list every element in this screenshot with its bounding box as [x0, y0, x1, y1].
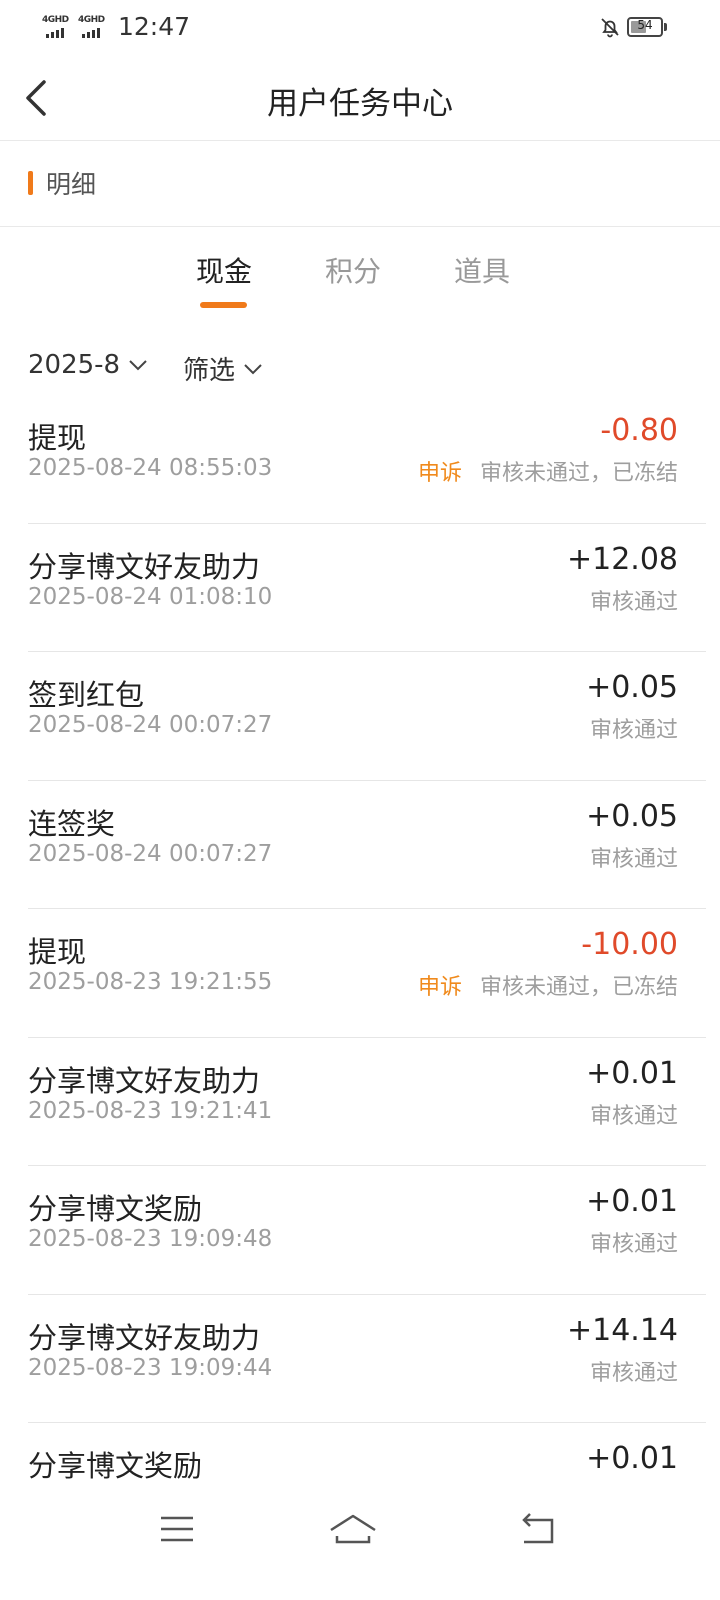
- filter-label: 筛选: [183, 356, 236, 386]
- home-icon[interactable]: [323, 1508, 383, 1552]
- record-status-group: 审核通过: [590, 1355, 678, 1387]
- month-selector[interactable]: 2025-8: [28, 350, 148, 380]
- signal-icon-1: 4GHD: [40, 14, 74, 40]
- app-header: 用户任务中心: [0, 54, 720, 141]
- list-item[interactable]: 分享博文奖励 2025-08-23 19:09:48 +0.01 审核通过: [28, 1166, 706, 1295]
- record-status-group: 审核通过: [590, 1098, 678, 1130]
- record-time: 2025-08-23 19:21:55: [28, 969, 273, 995]
- record-status-group: 审核通过: [590, 1226, 678, 1258]
- record-status-group: 审核通过: [590, 841, 678, 873]
- record-amount: +0.05: [586, 670, 678, 705]
- list-item[interactable]: 分享博文好友助力 2025-08-23 19:21:41 +0.01 审核通过: [28, 1038, 706, 1166]
- record-status: 审核通过: [589, 718, 678, 743]
- bell-off-icon: [601, 18, 619, 38]
- record-time: 2025-08-24 01:08:10: [28, 583, 273, 610]
- record-status: 审核通过: [589, 1103, 678, 1129]
- network-type-1: 4GHD: [42, 15, 69, 25]
- status-bar: 4GHD 4GHD 12:47 54: [0, 0, 720, 54]
- battery-level: 54: [637, 18, 653, 32]
- filter-row: 2025-8 筛选: [0, 350, 720, 390]
- record-time: 2025-08-24 00:07:27: [28, 840, 273, 867]
- network-type-2: 4GHD: [78, 15, 105, 25]
- record-status: 审核未通过，已冻结: [479, 461, 678, 486]
- record-status: 审核通过: [589, 589, 678, 615]
- tab-cash[interactable]: 现金: [174, 250, 274, 290]
- list-item[interactable]: 提现 2025-08-23 19:21:55 -10.00 申诉 审核未通过，已冻结: [28, 909, 706, 1038]
- screen: 4GHD 4GHD 12:47 54 用户任务中心 明细 现金 积分 道具 20…: [0, 0, 720, 1600]
- list-item[interactable]: 分享博文好友助力 2025-08-23 19:09:44 +14.14 审核通过: [28, 1295, 706, 1423]
- record-time: 2025-08-23 19:09:48: [28, 1226, 273, 1252]
- chevron-down-icon: [129, 360, 147, 371]
- battery-icon: 54: [627, 17, 667, 37]
- record-amount: +14.14: [566, 1312, 678, 1348]
- record-list: 提现 2025-08-24 08:55:03 -0.80 申诉 审核未通过，已冻结 分享博…: [28, 395, 706, 1552]
- record-time: 2025-08-24 08:55:03: [28, 455, 273, 481]
- active-tab-indicator: [200, 302, 247, 308]
- signal-icon-2: 4GHD: [76, 14, 110, 40]
- record-status-group: 申诉 审核未通过，已冻结: [418, 969, 678, 1001]
- record-name: 分享博文好友助力: [28, 1320, 261, 1355]
- menu-icon[interactable]: [147, 1508, 207, 1552]
- filter-dropdown[interactable]: 筛选: [183, 350, 263, 387]
- record-name: 签到红包: [28, 678, 145, 712]
- record-amount: +12.08: [566, 541, 678, 577]
- page-title: 用户任务中心: [267, 86, 453, 122]
- record-name: 分享博文奖励: [28, 1449, 203, 1483]
- list-item[interactable]: 分享博文好友助力 2025-08-24 01:08:10 +12.08 审核通过: [28, 524, 706, 652]
- record-amount: -0.80: [600, 413, 678, 448]
- detail-section-header: 明细: [0, 141, 720, 227]
- appeal-link[interactable]: 申诉: [418, 455, 462, 487]
- list-item[interactable]: 提现 2025-08-24 08:55:03 -0.80 申诉 审核未通过，已冻结: [28, 395, 706, 524]
- tab-points[interactable]: 积分: [303, 250, 403, 290]
- appeal-link[interactable]: 申诉: [418, 969, 462, 1001]
- tab-bar: 现金 积分 道具: [0, 250, 720, 314]
- tab-items[interactable]: 道具: [432, 250, 532, 290]
- record-amount: +0.01: [586, 1184, 678, 1219]
- system-nav-bar: [0, 1486, 720, 1600]
- record-time: 2025-08-23 19:21:41: [28, 1097, 273, 1124]
- record-name: 分享博文好友助力: [28, 549, 261, 584]
- section-label: 明细: [46, 170, 97, 199]
- list-item[interactable]: 签到红包 2025-08-24 00:07:27 +0.05 审核通过: [28, 652, 706, 781]
- record-status: 审核未通过，已冻结: [479, 975, 678, 1000]
- record-name: 提现: [28, 935, 87, 969]
- list-item[interactable]: 连签奖 2025-08-24 00:07:27 +0.05 审核通过: [28, 781, 706, 909]
- record-status-group: 审核通过: [590, 584, 678, 616]
- section-marker: [28, 171, 33, 195]
- record-status: 审核通过: [589, 846, 678, 872]
- record-time: 2025-08-23 19:09:44: [28, 1354, 273, 1381]
- record-status: 审核通过: [589, 1232, 678, 1257]
- chevron-down-icon: [244, 363, 262, 374]
- record-name: 连签奖: [28, 806, 116, 841]
- record-status-group: 申诉 审核未通过，已冻结: [418, 455, 678, 487]
- record-name: 提现: [28, 421, 87, 455]
- record-amount: +0.05: [586, 798, 678, 834]
- record-status: 审核通过: [589, 1360, 678, 1386]
- record-amount: -10.00: [581, 927, 678, 962]
- record-time: 2025-08-24 00:07:27: [28, 712, 273, 738]
- month-label: 2025-8: [28, 350, 121, 380]
- record-amount: +0.01: [586, 1055, 678, 1091]
- record-amount: +0.01: [586, 1441, 678, 1476]
- record-status-group: 审核通过: [590, 712, 678, 744]
- clock: 12:47: [118, 12, 191, 41]
- record-name: 分享博文好友助力: [28, 1063, 261, 1098]
- back-arrow-icon[interactable]: [508, 1508, 568, 1552]
- record-name: 分享博文奖励: [28, 1192, 203, 1226]
